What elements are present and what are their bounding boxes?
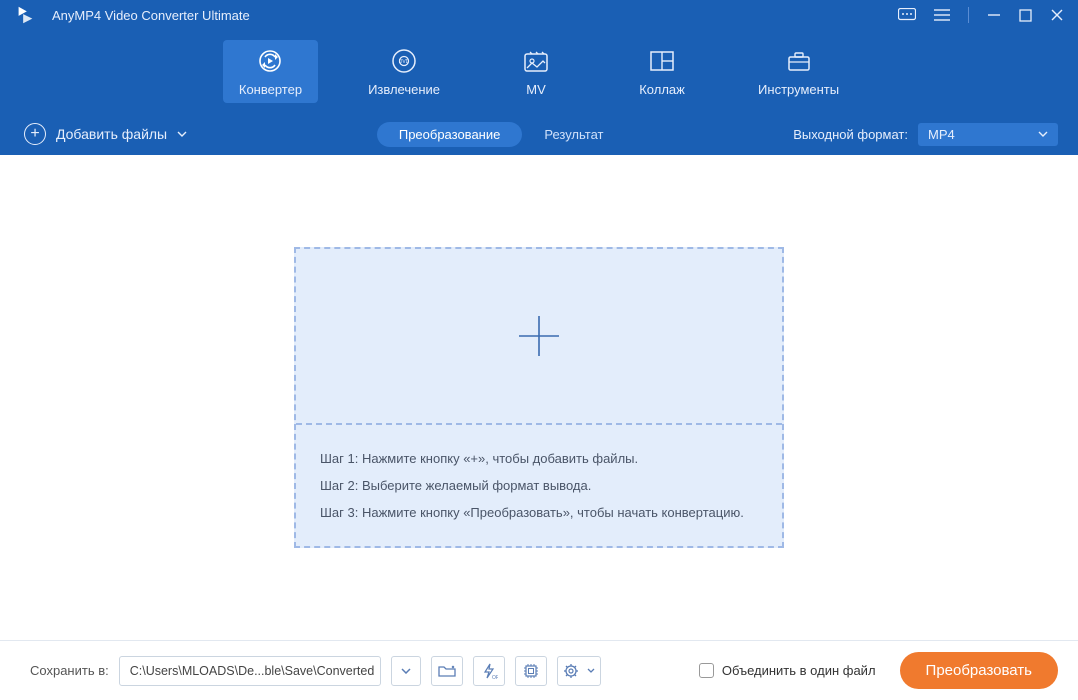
svg-text:DVD: DVD	[399, 59, 410, 65]
folder-icon	[438, 664, 456, 678]
high-speed-button[interactable]	[515, 656, 547, 686]
tab-label: Коллаж	[639, 82, 685, 97]
bottom-bar: Сохранить в: C:\Users\MLOADS\De...ble\Sa…	[0, 640, 1078, 700]
tab-converter[interactable]: Конвертер	[223, 40, 318, 103]
svg-text:OFF: OFF	[492, 675, 498, 680]
lightning-icon: OFF	[480, 662, 498, 680]
add-files-button[interactable]: + Добавить файлы	[24, 123, 187, 145]
tab-mv[interactable]: MV	[490, 40, 582, 103]
plus-icon	[514, 311, 564, 361]
mv-icon	[523, 48, 549, 74]
converter-icon	[256, 48, 284, 74]
feedback-icon[interactable]	[898, 8, 916, 22]
main-nav: Конвертер DVD Извлечение MV Коллаж Инстр…	[0, 30, 1078, 113]
app-title: AnyMP4 Video Converter Ultimate	[52, 8, 250, 23]
sub-tab-convert[interactable]: Преобразование	[377, 122, 523, 147]
add-files-label: Добавить файлы	[56, 126, 167, 142]
save-path-field[interactable]: C:\Users\MLOADS\De...ble\Save\Converted	[119, 656, 381, 686]
collage-icon	[649, 48, 675, 74]
chevron-down-icon	[401, 668, 411, 674]
settings-dropdown[interactable]	[557, 656, 601, 686]
menu-icon[interactable]	[934, 9, 950, 21]
checkbox-icon	[699, 663, 714, 678]
disc-icon: DVD	[391, 48, 417, 74]
secondary-toolbar: + Добавить файлы Преобразование Результа…	[0, 113, 1078, 155]
instructions: Шаг 1: Нажмите кнопку «+», чтобы добавит…	[296, 425, 782, 547]
sub-tab-result[interactable]: Результат	[544, 127, 603, 142]
close-button[interactable]	[1050, 8, 1064, 22]
toolbox-icon	[786, 48, 812, 74]
minimize-button[interactable]	[987, 8, 1001, 22]
logo-icon	[14, 4, 36, 26]
drop-zone: Шаг 1: Нажмите кнопку «+», чтобы добавит…	[294, 247, 784, 549]
save-path-value: C:\Users\MLOADS\De...ble\Save\Converted	[130, 664, 375, 678]
open-folder-button[interactable]	[431, 656, 463, 686]
main-area: Шаг 1: Нажмите кнопку «+», чтобы добавит…	[0, 155, 1078, 640]
tab-label: Конвертер	[239, 82, 302, 97]
chevron-down-icon	[177, 131, 187, 137]
tab-label: Извлечение	[368, 82, 440, 97]
output-format-label: Выходной формат:	[793, 127, 908, 142]
plus-icon: +	[24, 123, 46, 145]
maximize-button[interactable]	[1019, 9, 1032, 22]
gear-icon	[563, 663, 579, 679]
tab-ripper[interactable]: DVD Извлечение	[352, 40, 456, 103]
save-to-label: Сохранить в:	[30, 663, 109, 678]
step-2: Шаг 2: Выберите желаемый формат вывода.	[320, 472, 758, 499]
output-format-value: MP4	[928, 127, 955, 142]
chevron-down-icon	[587, 668, 595, 673]
add-files-dropzone[interactable]	[296, 249, 782, 425]
step-1: Шаг 1: Нажмите кнопку «+», чтобы добавит…	[320, 445, 758, 472]
convert-button[interactable]: Преобразовать	[900, 652, 1058, 689]
divider	[968, 7, 969, 23]
title-bar: AnyMP4 Video Converter Ultimate	[0, 0, 1078, 30]
tab-label: MV	[526, 82, 546, 97]
tab-label: Инструменты	[758, 82, 839, 97]
output-format-dropdown[interactable]: MP4	[918, 123, 1058, 146]
chevron-down-icon	[1038, 131, 1048, 137]
step-3: Шаг 3: Нажмите кнопку «Преобразовать», ч…	[320, 499, 758, 526]
save-path-dropdown[interactable]	[391, 656, 421, 686]
merge-label: Объединить в один файл	[722, 663, 876, 678]
gpu-accel-button[interactable]: OFF	[473, 656, 505, 686]
merge-checkbox[interactable]: Объединить в один файл	[699, 663, 876, 678]
chip-icon	[522, 662, 540, 680]
tab-collage[interactable]: Коллаж	[616, 40, 708, 103]
tab-toolbox[interactable]: Инструменты	[742, 40, 855, 103]
app-logo: AnyMP4 Video Converter Ultimate	[14, 4, 250, 26]
